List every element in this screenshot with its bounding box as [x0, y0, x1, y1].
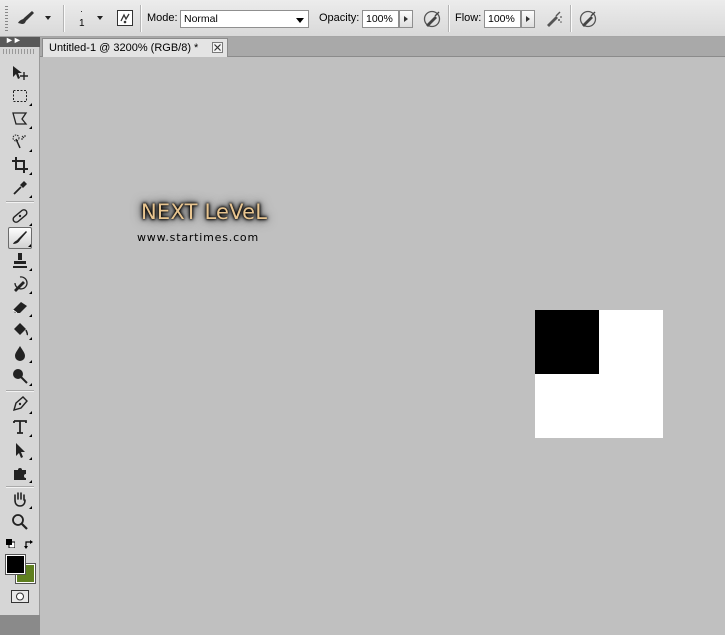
- brush-icon: [18, 11, 34, 24]
- pen-icon: [12, 396, 28, 412]
- blend-mode-value: Normal: [184, 13, 218, 25]
- type-icon: [13, 420, 27, 434]
- blend-mode-select[interactable]: Normal: [180, 10, 309, 28]
- clone-stamp-tool[interactable]: [8, 250, 32, 272]
- black-pixel: [535, 310, 599, 374]
- opacity-label: Opacity:: [319, 12, 360, 24]
- chevron-down-icon: [296, 18, 304, 23]
- bandage-icon: [12, 209, 28, 223]
- polygonal-lasso-icon: [12, 112, 28, 125]
- eyedropper-icon: [13, 181, 27, 195]
- pressure-pen-icon: [423, 10, 441, 28]
- expand-panel-icon[interactable]: ►►: [5, 35, 22, 45]
- spot-healing-brush-tool[interactable]: [8, 205, 32, 227]
- lasso-tool[interactable]: [8, 108, 32, 130]
- default-colors-icon: [6, 539, 16, 549]
- eraser-icon: [12, 302, 27, 314]
- paint-bucket-tool[interactable]: [8, 319, 32, 341]
- brush-panel-icon: [117, 10, 133, 26]
- options-divider: [570, 5, 572, 32]
- dodge-icon: [13, 369, 28, 384]
- marquee-icon: [13, 90, 27, 102]
- tools-panel-grip[interactable]: [3, 49, 36, 54]
- zoom-tool[interactable]: [8, 511, 32, 533]
- move-tool[interactable]: [8, 62, 32, 84]
- close-document-button[interactable]: [212, 42, 223, 53]
- crop-tool[interactable]: [8, 154, 32, 176]
- custom-shape-tool[interactable]: [8, 462, 32, 484]
- hand-icon: [14, 492, 26, 507]
- tools-panel: ►►: [0, 35, 40, 635]
- puzzle-shape-icon: [14, 468, 26, 480]
- stamp-icon: [13, 253, 27, 268]
- eraser-tool[interactable]: [8, 296, 32, 318]
- brush-icon: [13, 231, 27, 244]
- arrow-pointer-icon: [16, 443, 25, 458]
- pen-tool[interactable]: [8, 393, 32, 415]
- airbrush-button[interactable]: [544, 9, 562, 27]
- quick-selection-tool[interactable]: [8, 131, 32, 153]
- chevron-down-icon: [97, 16, 103, 20]
- brush-size-value: 1: [79, 18, 85, 29]
- default-colors-button[interactable]: [6, 539, 16, 549]
- magnifier-icon: [12, 514, 28, 530]
- close-icon: [214, 44, 221, 51]
- quick-mask-icon: [11, 590, 29, 603]
- crop-icon: [12, 157, 28, 173]
- options-bar: 1 Mode: Normal Opacity: 100% Flow: 100%: [0, 0, 725, 37]
- opacity-slider-button[interactable]: [399, 10, 413, 28]
- dodge-tool[interactable]: [8, 365, 32, 387]
- flow-label: Flow:: [455, 12, 482, 24]
- options-divider: [140, 5, 142, 32]
- canvas-area[interactable]: NEXT LeVeL www.startimes.com: [40, 57, 725, 635]
- swap-colors-button[interactable]: [24, 539, 35, 549]
- options-divider: [63, 5, 65, 32]
- quick-mask-button[interactable]: [11, 590, 29, 603]
- chevron-down-icon: [45, 16, 51, 20]
- history-brush-tool[interactable]: [8, 273, 32, 295]
- path-selection-tool[interactable]: [8, 439, 32, 461]
- options-divider: [448, 5, 450, 32]
- watermark-url: www.startimes.com: [137, 231, 259, 244]
- flow-slider-button[interactable]: [521, 10, 535, 28]
- tools-panel-footer: [0, 615, 40, 635]
- type-tool[interactable]: [8, 416, 32, 438]
- blur-tool[interactable]: [8, 342, 32, 364]
- hand-tool[interactable]: [8, 488, 32, 510]
- magic-wand-icon: [12, 134, 26, 149]
- brush-tool[interactable]: [8, 227, 32, 249]
- brush-tip-preview: [81, 11, 82, 12]
- eyedropper-tool[interactable]: [8, 177, 32, 199]
- rectangular-marquee-tool[interactable]: [8, 85, 32, 107]
- swap-arrow-icon: [24, 540, 33, 549]
- pressure-pen-icon: [579, 10, 597, 28]
- tools-panel-header[interactable]: ►►: [0, 35, 40, 47]
- document-canvas[interactable]: [535, 310, 663, 438]
- history-brush-icon: [14, 276, 28, 292]
- airbrush-icon: [547, 11, 562, 27]
- document-tab[interactable]: Untitled-1 @ 3200% (RGB/8) *: [42, 38, 228, 57]
- options-bar-grip[interactable]: [5, 6, 8, 31]
- tablet-pressure-size-button[interactable]: [578, 9, 597, 28]
- brush-panel-toggle-button[interactable]: [116, 9, 134, 27]
- water-drop-icon: [15, 346, 25, 361]
- tool-preset-picker[interactable]: [14, 8, 51, 28]
- move-icon: [13, 66, 28, 80]
- tools-divider: [6, 201, 34, 203]
- flow-input[interactable]: 100%: [484, 10, 521, 28]
- mode-label: Mode:: [147, 12, 178, 24]
- watermark-title: NEXT LeVeL: [141, 200, 268, 224]
- paint-bucket-icon: [14, 323, 29, 336]
- document-tab-bar: Untitled-1 @ 3200% (RGB/8) *: [40, 37, 725, 57]
- tablet-pressure-opacity-button[interactable]: [422, 9, 441, 28]
- brush-preset-picker[interactable]: 1: [70, 5, 106, 33]
- document-tab-title: Untitled-1 @ 3200% (RGB/8) *: [49, 42, 199, 54]
- foreground-color-swatch[interactable]: [5, 554, 26, 575]
- opacity-input[interactable]: 100%: [362, 10, 399, 28]
- tools-divider: [6, 390, 34, 392]
